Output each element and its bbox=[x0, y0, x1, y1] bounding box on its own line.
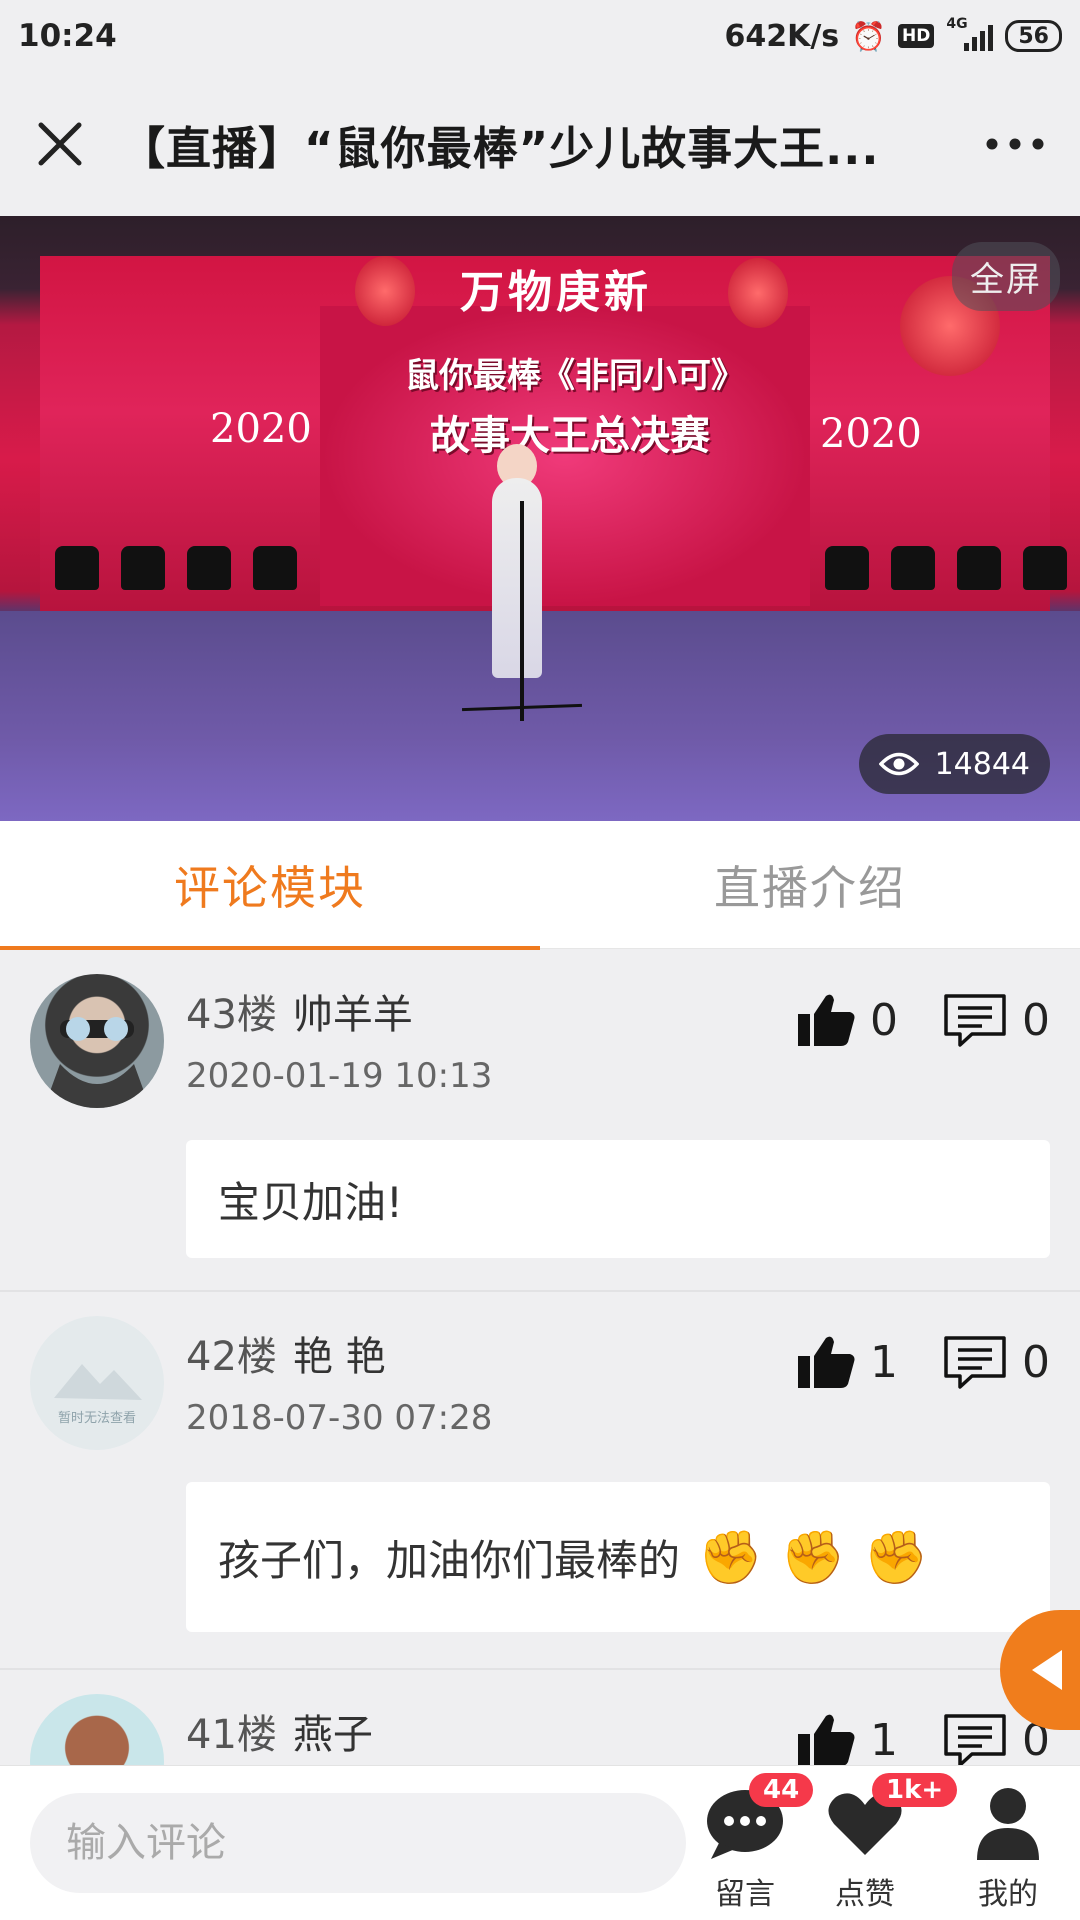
comment-bubble: 孩子们，加油你们最棒的 ✊ ✊ ✊ bbox=[186, 1482, 1050, 1632]
year-text-left: 2020 bbox=[210, 406, 312, 452]
like-button[interactable]: 0 bbox=[796, 992, 898, 1048]
fist-emoji-icon: ✊ bbox=[780, 1527, 846, 1588]
reply-button[interactable]: 0 bbox=[942, 992, 1050, 1048]
comment-bubble: 宝贝加油! bbox=[186, 1140, 1050, 1258]
comment-meta: 42楼 艳 艳 2018-07-30 07:28 bbox=[186, 1324, 492, 1438]
comment-meta: 43楼 帅羊羊 2020-01-19 10:13 bbox=[186, 982, 492, 1096]
battery-icon: 56 bbox=[1005, 20, 1062, 52]
nav-label: 点赞 bbox=[835, 1877, 895, 1912]
avatar[interactable] bbox=[30, 974, 164, 1108]
event-title: 鼠你最棒《非同小可》 故事大王总决赛 bbox=[405, 346, 745, 466]
status-time: 10:24 bbox=[18, 18, 117, 54]
tab-bar: 评论模块 直播介绍 bbox=[0, 821, 1080, 950]
user-icon bbox=[977, 1788, 1039, 1860]
reply-count: 0 bbox=[1022, 994, 1050, 1046]
username[interactable]: 燕子 bbox=[293, 1702, 373, 1760]
network-speed: 642K/s bbox=[724, 18, 840, 54]
lantern-right bbox=[728, 258, 788, 328]
like-count: 0 bbox=[870, 994, 898, 1046]
nav-messages[interactable]: 44 留言 bbox=[685, 1766, 814, 1920]
fist-emoji-icon: ✊ bbox=[863, 1527, 929, 1588]
view-count: 14844 bbox=[934, 746, 1030, 782]
comment-item: 暂时无法查看 42楼 艳 艳 2018-07-30 07:28 1 0 孩子们，… bbox=[0, 1292, 1080, 1670]
floor-number: 43楼 bbox=[186, 992, 277, 1038]
alarm-icon: ⏰ bbox=[851, 19, 887, 53]
more-icon bbox=[986, 138, 1044, 150]
messages-badge: 44 bbox=[749, 1773, 814, 1807]
comment-icon bbox=[944, 1336, 1006, 1389]
hd-badge: HD bbox=[898, 24, 935, 48]
comment-input[interactable] bbox=[30, 1793, 686, 1893]
network-type: 4G bbox=[946, 16, 968, 32]
status-indicators: 642K/s ⏰ HD 4G 56 bbox=[724, 17, 1062, 54]
comment-date: 2020-01-19 10:13 bbox=[186, 1056, 493, 1096]
play-left-icon bbox=[1032, 1650, 1062, 1690]
comment-text: 宝贝加油! bbox=[218, 1177, 403, 1227]
live-video-player[interactable]: 万物庚新 鼠你最棒《非同小可》 故事大王总决赛 2020 2020 全屏 148… bbox=[0, 216, 1080, 821]
comment-actions: 0 0 bbox=[796, 992, 1050, 1048]
page-title: 【直播】“鼠你最棒”少儿故事大王... bbox=[120, 121, 880, 175]
like-count: 1 bbox=[870, 1336, 898, 1388]
like-button[interactable]: 1 bbox=[796, 1334, 898, 1390]
battery-level: 56 bbox=[1018, 23, 1049, 49]
comment-meta: 41楼 燕子 bbox=[186, 1702, 373, 1760]
stage-lights-left bbox=[55, 546, 297, 590]
like-button[interactable]: 1 bbox=[796, 1712, 898, 1765]
comment-item: 41楼 燕子 1 0 bbox=[0, 1670, 1080, 1765]
reply-button[interactable]: 0 bbox=[942, 1334, 1050, 1390]
fist-emoji-icon: ✊ bbox=[698, 1527, 763, 1588]
comment-text: 孩子们，加油你们最棒的 bbox=[218, 1535, 681, 1585]
nav-label: 留言 bbox=[715, 1877, 775, 1912]
tab-comments[interactable]: 评论模块 bbox=[0, 821, 540, 950]
thumbs-up-icon bbox=[798, 994, 855, 1046]
view-count-badge: 14844 bbox=[858, 734, 1050, 794]
event-title-line1: 鼠你最棒《非同小可》 bbox=[405, 356, 745, 396]
eye-icon bbox=[878, 752, 919, 776]
avatar-placeholder-text: 暂时无法查看 bbox=[58, 1410, 136, 1426]
thumbs-up-icon bbox=[798, 1336, 855, 1388]
fullscreen-button[interactable]: 全屏 bbox=[952, 242, 1060, 311]
avatar[interactable]: 暂时无法查看 bbox=[30, 1316, 164, 1450]
comment-icon bbox=[944, 1714, 1006, 1765]
tab-live-intro[interactable]: 直播介绍 bbox=[540, 821, 1080, 949]
avatar[interactable] bbox=[30, 1694, 164, 1765]
floor-number: 42楼 bbox=[186, 1334, 277, 1380]
mic-stand bbox=[520, 501, 524, 721]
title-bar: 【直播】“鼠你最棒”少儿故事大王... bbox=[0, 72, 1080, 216]
username[interactable]: 艳 艳 bbox=[293, 1324, 386, 1382]
performer bbox=[492, 478, 542, 678]
close-button[interactable] bbox=[0, 72, 120, 216]
thumbs-up-icon bbox=[798, 1714, 855, 1765]
floor-number: 41楼 bbox=[186, 1712, 277, 1758]
like-count: 1 bbox=[870, 1714, 898, 1766]
comment-actions: 1 0 bbox=[796, 1334, 1050, 1390]
nav-label: 我的 bbox=[978, 1877, 1038, 1912]
event-title-line2: 故事大王总决赛 bbox=[430, 412, 710, 459]
close-icon bbox=[38, 122, 82, 166]
stage-banner: 万物庚新 bbox=[460, 267, 652, 318]
reply-count: 0 bbox=[1022, 1336, 1050, 1388]
status-bar: 10:24 642K/s ⏰ HD 4G 56 bbox=[0, 0, 1080, 72]
username[interactable]: 帅羊羊 bbox=[293, 982, 413, 1040]
comment-actions: 1 0 bbox=[796, 1712, 1050, 1765]
bottom-bar: 44 留言 1k+ 点赞 我的 bbox=[0, 1765, 1080, 1920]
stage-lights-right bbox=[825, 546, 1067, 590]
comment-item: 43楼 帅羊羊 2020-01-19 10:13 0 0 宝贝加油! bbox=[0, 950, 1080, 1292]
signal-icon: 4G bbox=[946, 17, 994, 51]
more-button[interactable] bbox=[950, 72, 1080, 216]
nav-likes[interactable]: 1k+ 点赞 bbox=[805, 1766, 958, 1920]
nav-profile[interactable]: 我的 bbox=[948, 1766, 1068, 1920]
comment-list[interactable]: 43楼 帅羊羊 2020-01-19 10:13 0 0 宝贝加油! 暂时无法查… bbox=[0, 950, 1080, 1765]
comment-icon bbox=[944, 994, 1006, 1047]
year-text-right: 2020 bbox=[820, 411, 922, 457]
lantern-left bbox=[355, 256, 415, 326]
likes-badge: 1k+ bbox=[872, 1773, 958, 1807]
comment-date: 2018-07-30 07:28 bbox=[186, 1398, 493, 1438]
